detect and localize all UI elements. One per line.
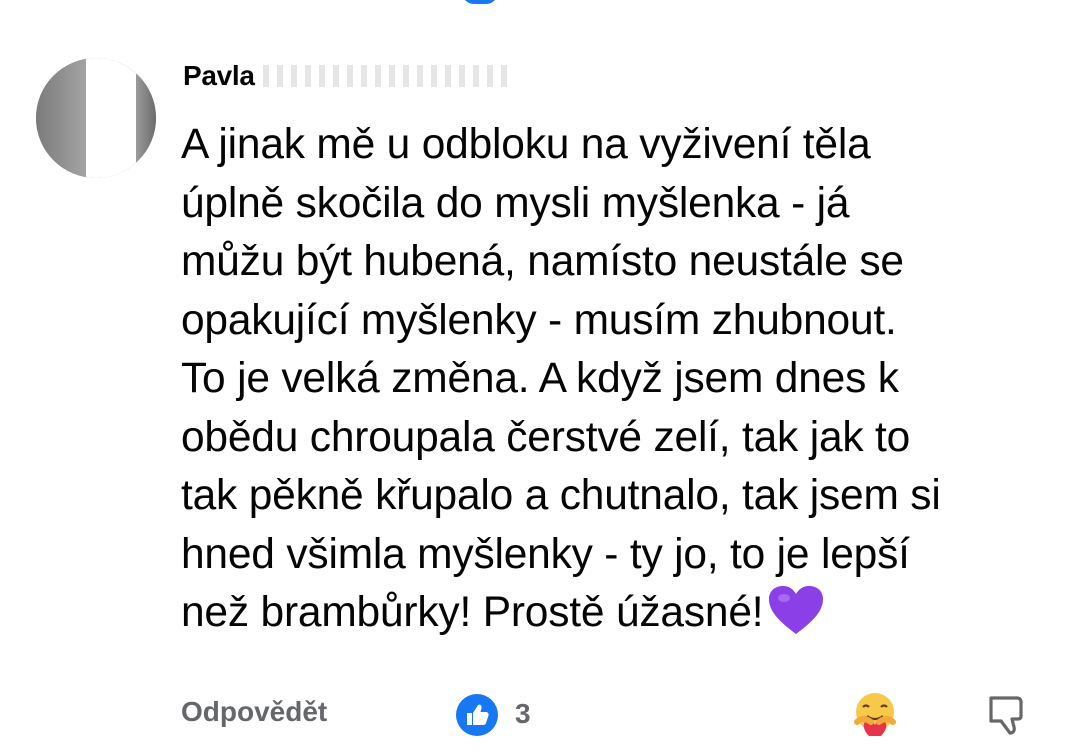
care-emoji-icon[interactable] bbox=[851, 690, 899, 738]
comment-line-text: než brambůrky! Prostě úžasné! bbox=[181, 589, 764, 636]
comment-actions: Odpovědět 3 bbox=[181, 690, 1041, 740]
redacted-name-area bbox=[262, 65, 513, 87]
comment-line: opakující myšlenky - musím zhubnout. bbox=[181, 296, 897, 344]
author-name[interactable]: Pavla bbox=[183, 60, 255, 92]
comment-text: A jinak mě u odbloku na vyživení těla úp… bbox=[181, 116, 1051, 643]
top-scroll-indicator bbox=[462, 0, 498, 4]
reaction-count[interactable]: 3 bbox=[515, 698, 531, 730]
thumbs-up-icon[interactable] bbox=[456, 694, 498, 736]
purple-heart-icon bbox=[769, 586, 824, 634]
comment-line: hned všimla myšlenky - ty jo, to je lepš… bbox=[181, 530, 910, 578]
avatar[interactable] bbox=[36, 58, 156, 178]
comment-line: můžu být hubená, namísto neustále se bbox=[181, 238, 904, 285]
comment-header: Pavla bbox=[183, 56, 513, 96]
avatar-redaction bbox=[86, 58, 136, 178]
comment-line: To je velká změna. A když jsem dnes k bbox=[181, 355, 899, 402]
reply-button[interactable]: Odpovědět bbox=[181, 696, 327, 728]
comment-line: úplně skočila do mysli myšlenka - já bbox=[181, 179, 850, 227]
comment-line: obědu chroupala čerstvé zelí, tak jak to bbox=[181, 413, 911, 461]
comment-line-last: než brambůrky! Prostě úžasné! bbox=[181, 584, 1051, 643]
thumbs-down-icon[interactable] bbox=[983, 692, 1027, 736]
comment-line: A jinak mě u odbloku na vyživení těla bbox=[181, 121, 871, 168]
comment-line: tak pěkně křupalo a chutnalo, tak jsem s… bbox=[181, 472, 941, 519]
